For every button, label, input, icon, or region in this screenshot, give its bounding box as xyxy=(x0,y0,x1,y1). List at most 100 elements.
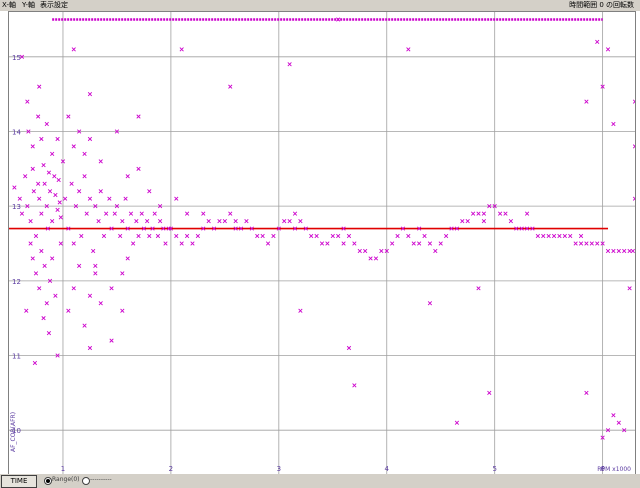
time-button[interactable]: TIME xyxy=(1,475,37,488)
data-point xyxy=(39,136,44,142)
data-point xyxy=(136,114,141,119)
data-point xyxy=(433,248,438,254)
data-point xyxy=(50,256,55,261)
alt-radio[interactable] xyxy=(82,477,90,485)
data-point xyxy=(460,218,465,224)
menu-y-axis[interactable]: Y-軸 xyxy=(22,0,35,11)
data-point xyxy=(101,233,107,239)
data-point xyxy=(632,144,638,149)
data-point xyxy=(87,345,93,351)
data-point xyxy=(46,330,52,336)
bottom-bar: TIME Range(0) ---------- xyxy=(0,474,640,488)
data-point xyxy=(91,248,96,254)
data-point xyxy=(134,218,139,224)
data-point xyxy=(46,170,52,175)
data-point xyxy=(139,211,144,216)
data-point xyxy=(30,166,35,171)
data-point xyxy=(206,218,211,224)
data-point xyxy=(36,114,41,119)
data-point xyxy=(55,136,60,142)
data-point xyxy=(147,233,152,239)
data-point xyxy=(287,218,292,224)
data-point xyxy=(524,211,530,216)
data-point xyxy=(611,248,616,254)
data-point xyxy=(39,211,44,216)
data-point xyxy=(632,196,638,201)
data-point xyxy=(174,196,179,201)
data-point xyxy=(52,174,57,179)
data-point xyxy=(87,136,93,142)
data-point xyxy=(233,218,238,224)
data-point xyxy=(465,218,470,224)
data-point xyxy=(336,17,341,22)
data-point xyxy=(109,338,114,343)
data-point xyxy=(373,256,379,261)
data-point xyxy=(395,233,400,239)
data-point xyxy=(314,233,319,239)
data-point xyxy=(481,218,487,224)
data-point xyxy=(476,211,481,216)
data-point xyxy=(93,263,98,269)
data-point xyxy=(406,47,411,52)
data-point xyxy=(330,233,335,239)
data-point xyxy=(325,241,330,246)
data-point xyxy=(69,181,74,186)
data-point xyxy=(55,207,60,213)
data-point xyxy=(125,256,130,261)
data-point xyxy=(319,241,325,246)
data-point xyxy=(179,47,184,52)
data-point xyxy=(546,233,551,239)
data-point xyxy=(616,248,621,254)
data-point xyxy=(50,218,55,224)
data-point xyxy=(535,233,540,239)
data-point xyxy=(120,271,125,276)
data-point xyxy=(605,248,611,254)
data-point xyxy=(44,121,49,127)
data-point xyxy=(487,390,492,395)
x-tick-label: 3 xyxy=(277,465,281,473)
y-tick-label: 13 xyxy=(12,203,21,211)
data-point xyxy=(508,218,513,224)
data-point xyxy=(12,185,17,190)
y-tick-label: 14 xyxy=(12,128,21,136)
data-point xyxy=(118,233,123,239)
plot-area: 1 2 3 4 5 6 10 11 12 13 14 15 RPM x1000 AF_COR(AFR) xyxy=(8,2,638,476)
data-point xyxy=(107,196,112,201)
menu-display-settings[interactable]: 表示設定 xyxy=(40,0,68,11)
data-point xyxy=(87,293,93,298)
data-point xyxy=(228,211,233,216)
data-point xyxy=(136,233,141,239)
data-point xyxy=(71,286,76,291)
data-point xyxy=(427,241,433,246)
alt-radio-label: ---------- xyxy=(90,476,112,483)
data-point xyxy=(179,241,184,246)
data-point xyxy=(578,241,584,246)
data-point xyxy=(438,241,443,246)
data-point xyxy=(104,211,109,216)
data-point xyxy=(87,92,93,97)
data-point xyxy=(50,151,55,157)
data-point xyxy=(41,162,46,168)
data-point xyxy=(128,211,134,216)
data-point xyxy=(406,233,411,239)
data-point xyxy=(346,233,352,239)
tick-labels: 1 2 3 4 5 6101112131415 xyxy=(12,54,605,473)
data-point xyxy=(66,308,71,313)
menu-x-axis[interactable]: X-軸 xyxy=(2,0,16,11)
data-point xyxy=(147,189,152,194)
data-point xyxy=(66,114,71,119)
data-point xyxy=(58,241,63,246)
data-point xyxy=(255,233,260,239)
data-point xyxy=(541,233,546,239)
data-point xyxy=(341,241,346,246)
y-tick-label: 11 xyxy=(12,353,21,361)
data-point xyxy=(551,233,557,239)
data-point xyxy=(82,151,87,157)
data-point xyxy=(44,301,49,306)
range-radio[interactable] xyxy=(44,477,52,485)
data-point xyxy=(568,233,573,239)
data-point xyxy=(63,196,68,201)
data-point xyxy=(363,248,368,254)
data-point xyxy=(630,248,635,254)
data-point xyxy=(109,286,114,291)
